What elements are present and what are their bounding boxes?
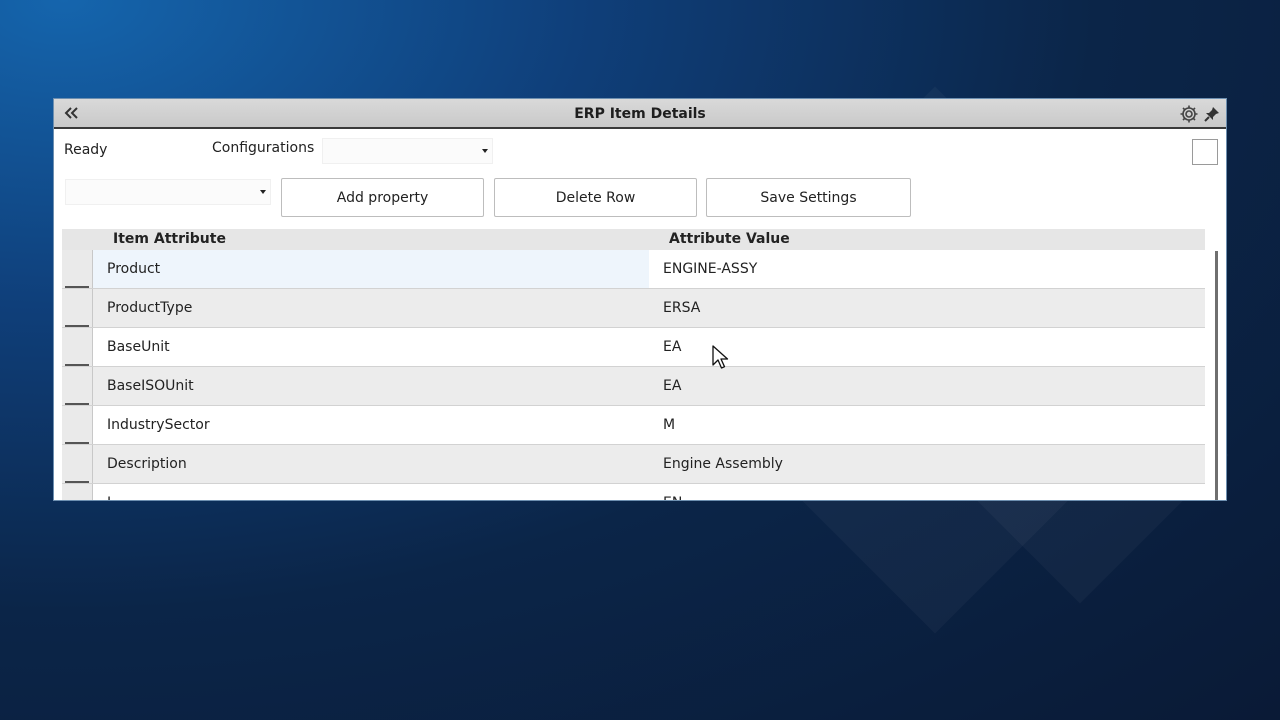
row-selector[interactable] <box>62 328 93 366</box>
table-row[interactable]: Product ENGINE-ASSY <box>62 250 1205 289</box>
table-row[interactable]: ProductType ERSA <box>62 289 1205 328</box>
value-cell[interactable]: ERSA <box>663 300 700 316</box>
add-property-button[interactable]: Add property <box>281 178 484 217</box>
column-header-item-attribute[interactable]: Item Attribute <box>113 231 226 247</box>
status-text: Ready <box>64 142 108 158</box>
table-row[interactable]: IndustrySector M <box>62 406 1205 445</box>
value-cell[interactable]: M <box>663 417 675 433</box>
value-cell[interactable]: EA <box>663 339 681 355</box>
save-settings-button[interactable]: Save Settings <box>706 178 911 217</box>
grid-header: Item Attribute Attribute Value <box>62 229 1205 250</box>
attribute-cell[interactable]: BaseISOUnit <box>107 378 194 394</box>
attribute-cell[interactable]: L <box>107 495 115 500</box>
row-selector[interactable] <box>62 289 93 327</box>
erp-item-details-panel: ERP Item Details Ready Configurations Ad… <box>53 98 1227 501</box>
maximize-box[interactable] <box>1192 139 1218 165</box>
row-selector[interactable] <box>62 367 93 405</box>
configurations-dropdown[interactable] <box>322 138 493 164</box>
value-cell[interactable]: EN <box>663 495 682 500</box>
pin-icon[interactable] <box>1203 105 1221 123</box>
value-cell[interactable]: EA <box>663 378 681 394</box>
configurations-label: Configurations <box>212 140 315 156</box>
value-cell[interactable]: Engine Assembly <box>663 456 783 472</box>
row-selector[interactable] <box>62 445 93 483</box>
row-selector[interactable] <box>62 250 93 288</box>
attribute-cell[interactable]: Product <box>107 261 160 277</box>
attribute-cell[interactable]: ProductType <box>107 300 192 316</box>
attribute-cell[interactable]: Description <box>107 456 187 472</box>
row-selector[interactable] <box>62 484 93 500</box>
selected-cell-highlight <box>93 250 649 288</box>
dropdown-arrow-icon <box>260 190 266 194</box>
title-bar: ERP Item Details <box>54 99 1226 129</box>
table-row[interactable]: BaseUnit EA <box>62 328 1205 367</box>
table-row[interactable]: Description Engine Assembly <box>62 445 1205 484</box>
table-row[interactable]: L EN <box>62 484 1205 500</box>
attribute-cell[interactable]: IndustrySector <box>107 417 210 433</box>
secondary-dropdown[interactable] <box>65 179 271 205</box>
delete-row-button[interactable]: Delete Row <box>494 178 697 217</box>
mouse-cursor-icon <box>712 345 729 369</box>
row-selector[interactable] <box>62 406 93 444</box>
column-header-attribute-value[interactable]: Attribute Value <box>669 231 790 247</box>
table-row[interactable]: BaseISOUnit EA <box>62 367 1205 406</box>
attribute-cell[interactable]: BaseUnit <box>107 339 170 355</box>
dropdown-arrow-icon <box>482 149 488 153</box>
window-title: ERP Item Details <box>574 106 706 122</box>
value-cell[interactable]: ENGINE-ASSY <box>663 261 757 277</box>
vertical-scrollbar[interactable] <box>1215 251 1218 500</box>
attribute-grid: Item Attribute Attribute Value Product E… <box>62 229 1205 500</box>
gear-icon[interactable] <box>1179 104 1199 124</box>
